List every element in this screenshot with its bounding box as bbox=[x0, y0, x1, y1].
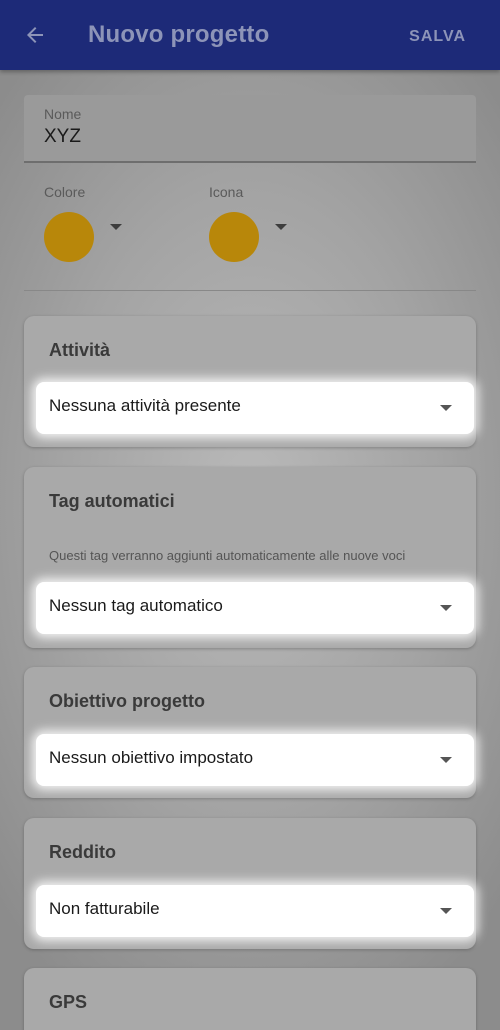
icon-label: Icona bbox=[209, 184, 244, 200]
save-button[interactable]: SALVA bbox=[409, 28, 466, 46]
chevron-down-icon bbox=[440, 908, 452, 914]
gps-card: GPS bbox=[24, 968, 476, 1030]
income-card: Reddito Non fatturabile bbox=[24, 818, 476, 949]
income-select[interactable]: Non fatturabile bbox=[36, 885, 474, 937]
auto-tags-description: Questi tag verranno aggiunti automaticam… bbox=[49, 548, 406, 563]
activities-select[interactable]: Nessuna attività presente bbox=[36, 382, 474, 434]
name-field[interactable]: Nome XYZ bbox=[24, 95, 476, 163]
app-bar: Nuovo progetto SALVA bbox=[0, 0, 500, 70]
income-title: Reddito bbox=[49, 842, 116, 862]
arrow-left-icon bbox=[27, 27, 43, 43]
activities-card: Attività Nessuna attività presente bbox=[24, 316, 476, 447]
goal-title: Obiettivo progetto bbox=[49, 691, 205, 711]
divider bbox=[24, 290, 476, 291]
activities-select-value: Nessuna attività presente bbox=[49, 396, 241, 415]
name-label: Nome bbox=[44, 106, 82, 122]
color-swatch[interactable] bbox=[44, 212, 94, 262]
income-select-value: Non fatturabile bbox=[49, 899, 160, 918]
activities-title: Attività bbox=[49, 340, 111, 360]
chevron-down-icon bbox=[440, 605, 452, 611]
name-input[interactable]: XYZ bbox=[44, 126, 81, 148]
auto-tags-select-value: Nessun tag automatico bbox=[49, 596, 223, 615]
form-content: Nome XYZ Colore Icona Attività Nessuna a… bbox=[0, 70, 500, 1030]
auto-tags-select[interactable]: Nessun tag automatico bbox=[36, 582, 474, 634]
chevron-down-icon bbox=[440, 405, 452, 411]
icon-swatch[interactable] bbox=[209, 212, 259, 262]
icon-dropdown-icon[interactable] bbox=[275, 224, 287, 230]
color-label: Colore bbox=[44, 184, 86, 200]
goal-select[interactable]: Nessun obiettivo impostato bbox=[36, 734, 474, 786]
goal-card: Obiettivo progetto Nessun obiettivo impo… bbox=[24, 667, 476, 798]
page-title: Nuovo progetto bbox=[88, 21, 270, 48]
chevron-down-icon bbox=[440, 757, 452, 763]
auto-tags-card: Tag automatici Questi tag verranno aggiu… bbox=[24, 467, 476, 648]
auto-tags-title: Tag automatici bbox=[49, 491, 175, 511]
back-button[interactable] bbox=[20, 20, 50, 50]
goal-select-value: Nessun obiettivo impostato bbox=[49, 748, 254, 767]
color-dropdown-icon[interactable] bbox=[110, 224, 122, 230]
gps-title: GPS bbox=[49, 992, 88, 1012]
